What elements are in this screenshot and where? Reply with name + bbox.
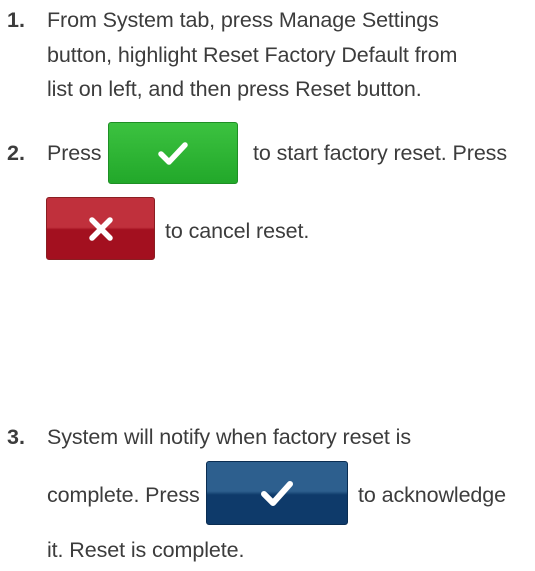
- step-2-text-press: Press: [47, 141, 102, 165]
- step-3-number: 3.: [7, 425, 25, 449]
- step-1-number: 1.: [7, 8, 25, 32]
- step-3-line-3: it. Reset is complete.: [47, 538, 245, 562]
- step-1-line-3: list on left, and then press Reset butto…: [47, 77, 422, 101]
- cancel-button[interactable]: [46, 197, 155, 260]
- step-3-text-complete: complete. Press: [47, 483, 200, 507]
- step-1-line-2: button, highlight Reset Factory Default …: [47, 43, 458, 67]
- step-3-line-1: System will notify when factory reset is: [47, 425, 412, 449]
- ok-button[interactable]: [206, 461, 348, 525]
- step-2-text-cancel: to cancel reset.: [165, 219, 310, 243]
- step-2-number: 2.: [7, 141, 25, 165]
- step-2-text-start: to start factory reset. Press: [253, 141, 507, 165]
- accept-button[interactable]: [108, 122, 238, 184]
- checkmark-icon: [261, 480, 293, 506]
- checkmark-icon: [158, 141, 188, 165]
- step-3-text-acknowledge: to acknowledge: [358, 483, 507, 507]
- step-1-line-1: From System tab, press Manage Settings: [47, 8, 439, 32]
- x-icon: [87, 215, 115, 243]
